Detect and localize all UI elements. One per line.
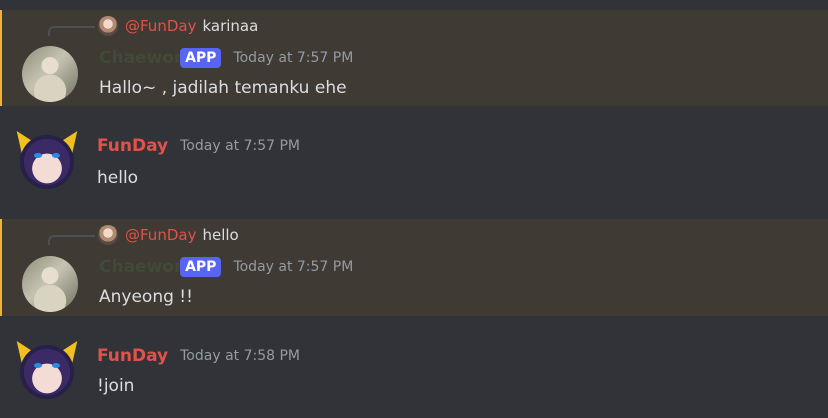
message-content: hello <box>97 168 139 188</box>
message-header: FunDay Today at 7:58 PM <box>97 346 300 366</box>
message-item[interactable]: FunDay Today at 7:58 PM !join <box>0 335 828 412</box>
avatar[interactable] <box>22 256 78 312</box>
message-header: FunDay Today at 7:57 PM <box>97 136 300 156</box>
message-content: !join <box>97 376 135 396</box>
reply-avatar <box>98 225 118 245</box>
app-badge: APP <box>180 257 222 277</box>
message-content: Anyeong !! <box>99 287 193 307</box>
author-name[interactable]: FunDay <box>97 346 168 366</box>
reply-connector <box>48 26 95 36</box>
avatar-eye <box>34 153 42 158</box>
author-name[interactable]: FunDay <box>97 136 168 156</box>
reply-connector <box>48 235 95 245</box>
reply-text: hello <box>202 226 239 244</box>
reply-author[interactable]: @FunDay <box>125 17 196 35</box>
avatar-eye <box>34 363 42 368</box>
reply-reference[interactable]: @FunDay hello <box>98 224 239 246</box>
avatar-eye <box>52 153 60 158</box>
message-content: Hallo~ , jadilah temanku ehe <box>99 78 347 98</box>
app-badge: APP <box>180 48 222 68</box>
message-header: Chaewon APP Today at 7:57 PM <box>99 48 353 68</box>
timestamp[interactable]: Today at 7:57 PM <box>233 259 353 275</box>
author-name[interactable]: Chaewon <box>99 48 186 68</box>
reply-reference[interactable]: @FunDay karinaa <box>98 15 258 37</box>
avatar-face <box>20 135 74 189</box>
avatar[interactable] <box>22 46 78 102</box>
reply-text: karinaa <box>202 17 259 35</box>
message-item[interactable]: @FunDay hello Chaewon APP Today at 7:57 … <box>0 219 828 316</box>
timestamp[interactable]: Today at 7:57 PM <box>180 138 300 154</box>
avatar-eye <box>52 363 60 368</box>
author-name[interactable]: Chaewon <box>99 257 186 277</box>
avatar[interactable] <box>9 335 85 399</box>
timestamp[interactable]: Today at 7:58 PM <box>180 348 300 364</box>
chat-message-list: @FunDay karinaa Chaewon APP Today at 7:5… <box>0 0 828 418</box>
reply-author[interactable]: @FunDay <box>125 226 196 244</box>
message-item[interactable]: @FunDay karinaa Chaewon APP Today at 7:5… <box>0 10 828 106</box>
message-header: Chaewon APP Today at 7:57 PM <box>99 257 353 277</box>
avatar[interactable] <box>9 125 85 189</box>
timestamp[interactable]: Today at 7:57 PM <box>233 50 353 66</box>
reply-avatar <box>98 16 118 36</box>
message-item[interactable]: FunDay Today at 7:57 PM hello <box>0 125 828 202</box>
avatar-face <box>20 345 74 399</box>
